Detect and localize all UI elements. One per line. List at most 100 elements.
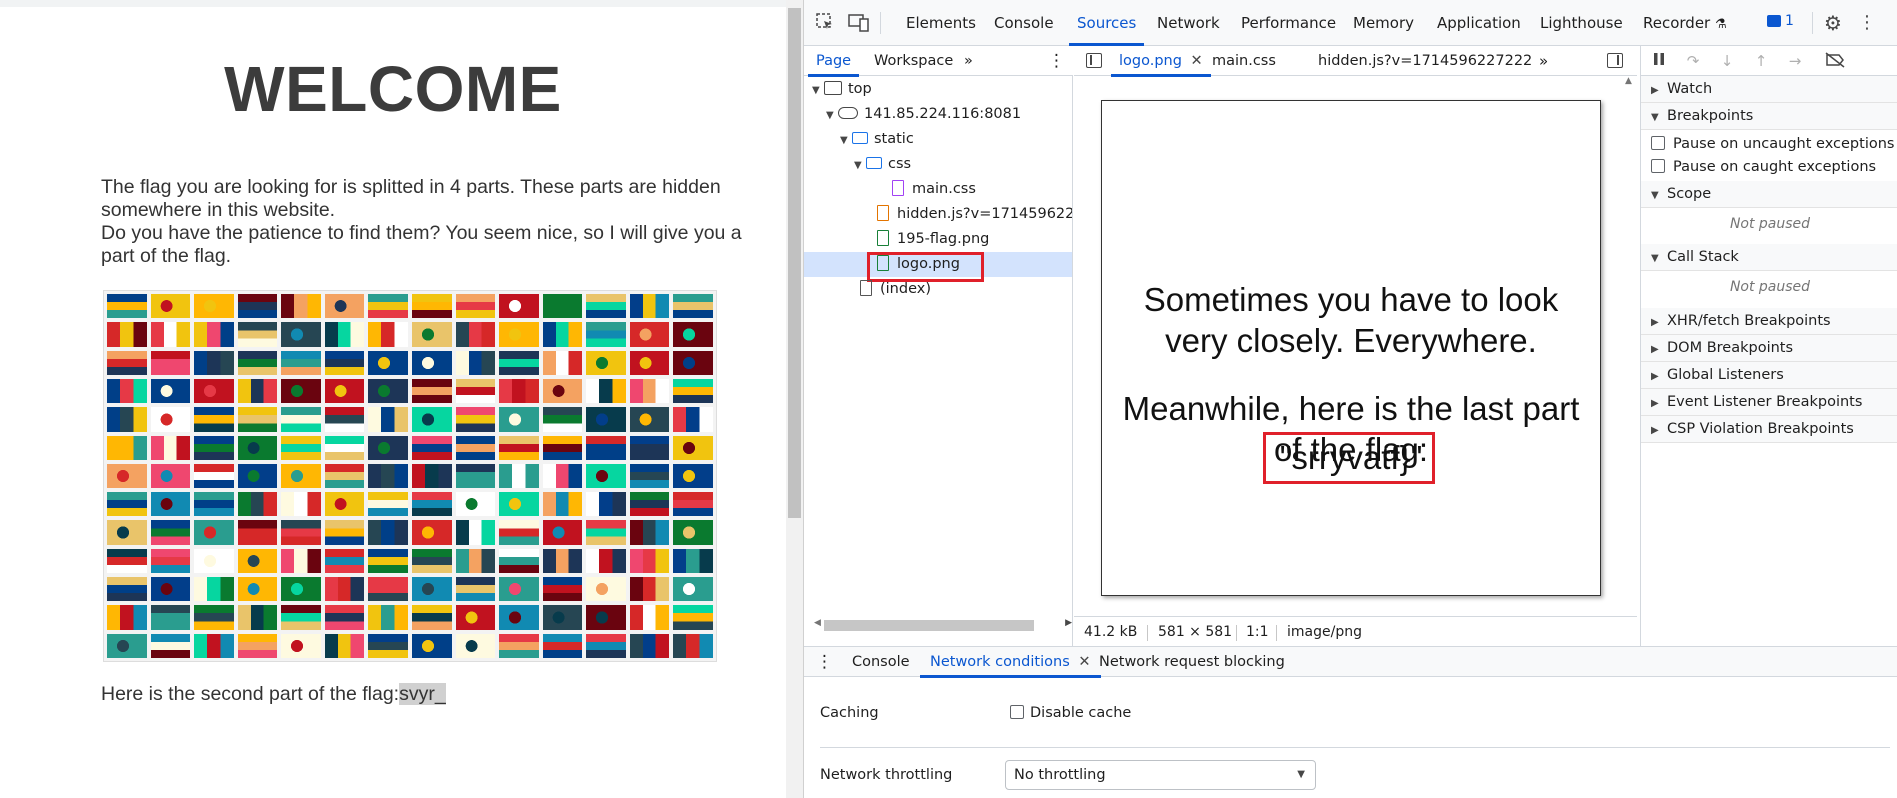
preview-line-1: Sometimes you have to look: [1143, 281, 1559, 318]
watch-section[interactable]: ▶ Watch: [1641, 76, 1897, 103]
collapsed-triangle-icon: ▶: [1651, 85, 1659, 96]
tab-performance[interactable]: Performance: [1241, 0, 1336, 46]
editor-tab-hidden-js[interactable]: hidden.js?v=1714596227222: [1318, 46, 1532, 76]
flag-tile: [629, 633, 670, 658]
flag-tile: [412, 407, 452, 432]
scope-section[interactable]: ▼ Scope: [1641, 181, 1897, 208]
tab-page[interactable]: Page: [807, 46, 860, 77]
drawer-tab-network-request-blocking[interactable]: Network request blocking: [1099, 647, 1285, 677]
page-scrollbar-thumb[interactable]: [788, 8, 801, 518]
tab-elements[interactable]: Elements: [906, 0, 976, 46]
navigator-menu-icon[interactable]: ⋮: [1048, 46, 1065, 76]
tree-item-index[interactable]: (index): [804, 277, 1072, 302]
tree-item-static[interactable]: ▼ static: [804, 127, 1072, 152]
drawer-menu-icon[interactable]: ⋮: [816, 647, 833, 677]
device-toolbar-icon[interactable]: [848, 12, 870, 34]
disable-cache-checkbox[interactable]: Disable cache: [1010, 705, 1131, 721]
event-listener-breakpoints-section[interactable]: ▶ Event Listener Breakpoints: [1641, 389, 1897, 416]
step-icon[interactable]: →: [1785, 52, 1805, 70]
global-listeners-section[interactable]: ▶ Global Listeners: [1641, 362, 1897, 389]
call-stack-section[interactable]: ▼ Call Stack: [1641, 244, 1897, 271]
flag-tile: [281, 294, 321, 319]
folder-icon: [866, 157, 882, 169]
flag-tile: [586, 520, 626, 545]
csp-violation-breakpoints-section[interactable]: ▶ CSP Violation Breakpoints: [1641, 416, 1897, 443]
checkbox[interactable]: [1010, 705, 1024, 719]
issues-badge[interactable]: 1: [1767, 13, 1794, 33]
status-divider: [1147, 625, 1148, 641]
checkbox-label: Pause on uncaught exceptions: [1673, 136, 1895, 152]
dom-breakpoints-section[interactable]: ▶ DOM Breakpoints: [1641, 335, 1897, 362]
network-throttling-select[interactable]: No throttling ▼: [1005, 760, 1316, 790]
more-tabs-icon[interactable]: »: [964, 46, 973, 76]
js-file-icon: [877, 205, 889, 221]
flag-tile: [107, 463, 147, 489]
flag-tile: [150, 633, 191, 658]
step-into-icon[interactable]: ↓: [1717, 52, 1737, 70]
kebab-menu-icon[interactable]: ⋮: [1856, 12, 1878, 34]
tab-recorder[interactable]: Recorder ⚗: [1643, 0, 1727, 46]
pause-icon[interactable]: [1649, 52, 1669, 70]
drawer-tab-console[interactable]: Console: [852, 647, 910, 677]
flag-tile: [324, 633, 365, 658]
tab-workspace[interactable]: Workspace: [874, 46, 953, 76]
flag-tile: [542, 605, 583, 630]
toggle-debugger-icon[interactable]: [1607, 53, 1623, 68]
devtools-drawer: ⋮ Console Network conditions ✕ Network r…: [804, 646, 1897, 798]
flag-tile: [673, 577, 713, 602]
flag-tile: [542, 463, 583, 489]
tree-item-hidden-js[interactable]: hidden.js?v=17145962272: [804, 202, 1072, 227]
scroll-left-icon[interactable]: ◀: [814, 618, 821, 628]
flag-tile: [324, 577, 365, 602]
tree-item-origin[interactable]: ▼ 141.85.224.116:8081: [804, 102, 1072, 127]
tab-memory[interactable]: Memory: [1353, 0, 1414, 46]
gear-icon[interactable]: ⚙: [1822, 12, 1844, 34]
inspect-element-icon[interactable]: [814, 12, 836, 34]
close-tab-icon[interactable]: ✕: [1191, 53, 1203, 69]
tab-console[interactable]: Console: [994, 0, 1054, 46]
flag-tile: [107, 407, 147, 432]
flag-tile: [673, 520, 713, 545]
flag-tile: [281, 577, 321, 602]
tree-item-flag-png[interactable]: 195-flag.png: [804, 227, 1072, 252]
tab-sources[interactable]: Sources: [1068, 0, 1145, 46]
checkbox[interactable]: [1651, 136, 1665, 150]
scroll-right-icon[interactable]: ▶: [1065, 618, 1072, 628]
more-editor-tabs-icon[interactable]: »: [1539, 46, 1548, 76]
toolbar-divider-2: [1812, 12, 1813, 34]
step-out-icon[interactable]: ↑: [1751, 52, 1771, 70]
sources-navigator: Page Workspace » ⋮ ▼ top ▼ 141.85.224.116:…: [804, 46, 1073, 646]
tab-application[interactable]: Application: [1437, 0, 1521, 46]
tab-network[interactable]: Network: [1157, 0, 1220, 46]
tree-item-label: 141.85.224.116:8081: [864, 106, 1022, 122]
flag-tile: [194, 548, 234, 574]
pause-uncaught-checkbox[interactable]: Pause on uncaught exceptions: [1651, 133, 1894, 155]
editor-vertical-scrollbar[interactable]: ▲ ▼: [1623, 76, 1637, 656]
image-dimensions: 581 × 581: [1158, 624, 1233, 640]
caching-label: Caching: [820, 705, 879, 721]
pause-caught-checkbox[interactable]: Pause on caught exceptions: [1651, 156, 1876, 178]
xhr-breakpoints-section[interactable]: ▶ XHR/fetch Breakpoints: [1641, 308, 1897, 335]
step-over-icon[interactable]: ↷: [1683, 52, 1703, 70]
tree-item-top[interactable]: ▼ top: [804, 77, 1072, 102]
navigator-horizontal-scrollbar[interactable]: ◀ ▶: [814, 618, 1072, 632]
tree-item-main-css[interactable]: main.css: [804, 177, 1072, 202]
tree-item-css[interactable]: ▼ css: [804, 152, 1072, 177]
drawer-tab-network-conditions[interactable]: Network conditions ✕: [920, 647, 1101, 678]
flag-tile: [455, 548, 496, 574]
deactivate-breakpoints-icon[interactable]: [1825, 52, 1845, 70]
breakpoints-section[interactable]: ▼ Breakpoints: [1641, 103, 1897, 130]
tab-lighthouse[interactable]: Lighthouse: [1540, 0, 1623, 46]
status-divider: [1276, 625, 1277, 641]
flag-tile: [542, 492, 583, 517]
editor-tab-logo-png[interactable]: logo.png ✕: [1111, 46, 1211, 77]
flag-tile: [107, 548, 147, 574]
scroll-up-icon[interactable]: ▲: [1625, 76, 1632, 86]
page-scrollbar[interactable]: [786, 0, 803, 798]
close-tab-icon[interactable]: ✕: [1078, 654, 1090, 670]
editor-tab-main-css[interactable]: main.css: [1212, 46, 1276, 76]
flag-tile: [673, 463, 713, 489]
toggle-navigator-icon[interactable]: [1086, 53, 1102, 68]
checkbox[interactable]: [1651, 159, 1665, 173]
navigator-scrollbar-thumb[interactable]: [824, 620, 1034, 631]
